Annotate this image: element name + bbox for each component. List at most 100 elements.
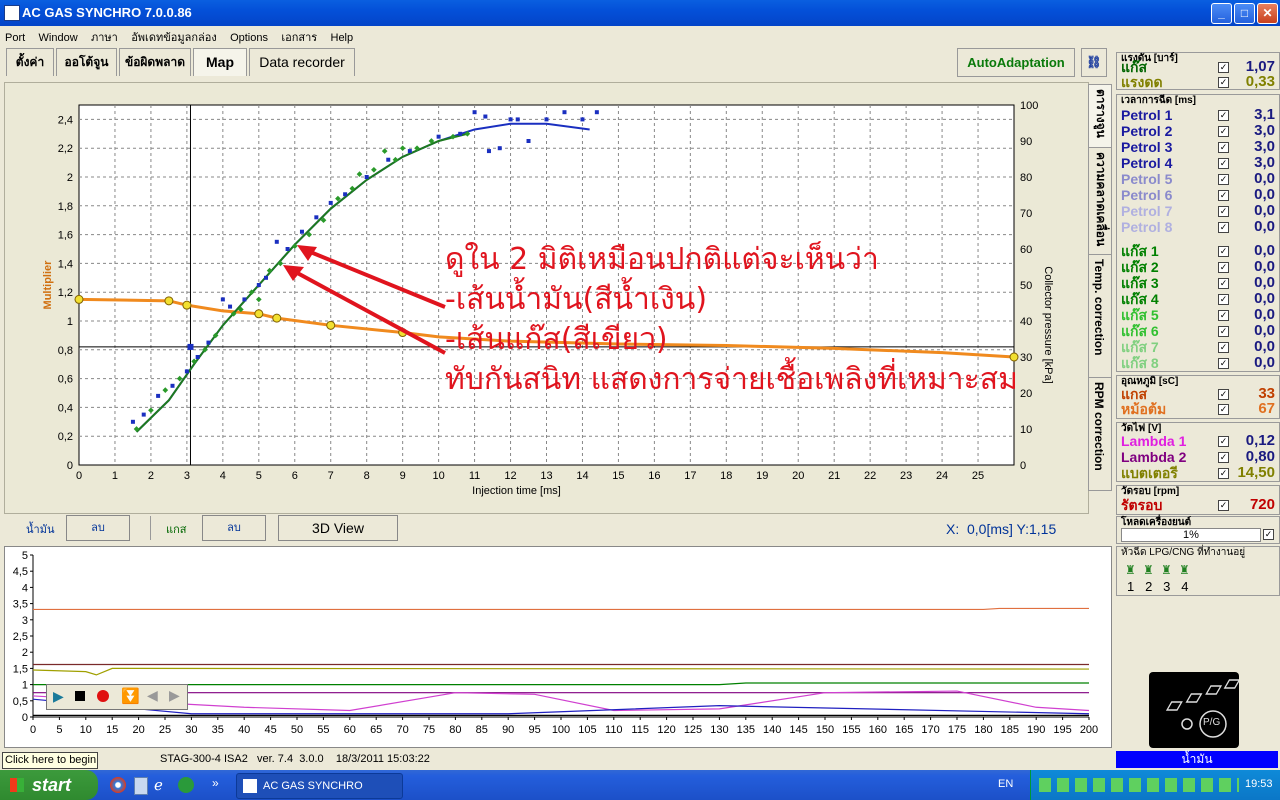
checkbox[interactable]: ✓ [1218,222,1229,233]
row-value: 0,80 [1245,448,1275,465]
checkbox[interactable]: ✓ [1218,294,1229,305]
row-label: แก๊ส 2 [1121,259,1159,275]
link-icon[interactable]: ⛓ [1081,48,1107,77]
checkbox[interactable]: ✓ [1218,206,1229,217]
row-value: 0,0 [1254,186,1275,203]
checkbox[interactable]: ✓ [1218,126,1229,137]
checkbox[interactable]: ✓ [1218,404,1229,415]
vtab-rpm-correction[interactable]: RPM correction [1088,377,1112,491]
menu-options[interactable]: Options [225,30,273,46]
menu-window[interactable]: Window [34,30,83,46]
3d-view-button[interactable]: 3D View [278,515,398,541]
osc-x-tick-label: 130 [710,724,728,736]
close-button[interactable]: ✕ [1257,3,1278,24]
row-label: แก๊ส 1 [1121,243,1159,259]
tab-map[interactable]: Map [193,48,247,76]
row-label: Petrol 5 [1121,171,1173,187]
menu-help[interactable]: Help [326,30,359,46]
osc-x-tick-label: 180 [974,724,992,736]
down-arrow-icon[interactable]: ⏬ [121,687,140,705]
y-tick-label: 2,2 [58,143,73,155]
row-value: 0,0 [1254,274,1275,291]
petrol-point [242,297,247,302]
forward-icon[interactable]: ▶ [169,687,180,704]
row-value: 720 [1249,496,1275,513]
multiplier-point [74,294,84,304]
checkbox[interactable]: ✓ [1218,246,1229,257]
checkbox[interactable]: ✓ [1218,77,1229,88]
y-tick-label: 0,6 [58,374,73,386]
tab-errors[interactable]: ข้อผิดพลาด [119,48,191,76]
injection-row: Petrol 5 ✓ 0,0 [1121,170,1277,188]
menu-port[interactable]: Port [0,30,30,46]
row-value: 0,0 [1254,218,1275,235]
checkbox[interactable]: ✓ [1263,529,1274,540]
menu-update[interactable]: อัพเดทข้อมูลกล่อง [126,26,222,48]
fuel-switch-panel[interactable]: P/G [1130,672,1241,748]
checkbox[interactable]: ✓ [1218,278,1229,289]
checkbox[interactable]: ✓ [1218,342,1229,353]
tray-icons[interactable] [1039,778,1239,792]
checkbox[interactable]: ✓ [1218,62,1229,73]
checkbox[interactable]: ✓ [1218,389,1229,400]
checkbox[interactable]: ✓ [1218,110,1229,121]
document-icon[interactable] [134,777,148,795]
chrome-icon[interactable] [110,777,126,793]
checkbox[interactable]: ✓ [1218,358,1229,369]
stop-icon[interactable] [75,691,85,701]
checkbox[interactable]: ✓ [1218,262,1229,273]
checkbox[interactable]: ✓ [1218,158,1229,169]
osc-y-tick-label: 2 [22,647,28,659]
checkbox[interactable]: ✓ [1218,190,1229,201]
vtab-temp-correction[interactable]: Temp. correction [1088,254,1112,378]
row-value: 0,0 [1254,170,1275,187]
menu-bar: Port Window ภาษา อัพเดทข้อมูลกล่อง Optio… [0,26,1280,45]
y2-tick-label: 70 [1020,208,1032,220]
osc-series [32,690,1090,712]
checkbox[interactable]: ✓ [1218,142,1229,153]
petrol-delete-button[interactable]: ลบ [66,515,130,541]
cursor-coords: X: 0,0[ms] Y:1,15 [946,521,1057,537]
checkbox[interactable]: ✓ [1218,452,1229,463]
row-label: แกส [1121,386,1148,402]
checkbox[interactable]: ✓ [1218,500,1229,511]
menu-language[interactable]: ภาษา [86,26,123,48]
map-chart[interactable]: 0 1 2 3 4 5 6 7 8 9 10 11 12 13 14 15 16 17 18 19 20 21 22 23 24… [5,83,1088,513]
injector-number: 3 [1163,579,1171,594]
vtab-error[interactable]: ความคลาดเคลื่อน [1088,147,1112,255]
language-indicator[interactable]: EN [998,778,1013,790]
gas-delete-button[interactable]: ลบ [202,515,266,541]
injection-title: เวลาการฉีด [ms] [1121,95,1197,106]
back-icon[interactable]: ◀ [147,687,158,704]
injection-row: แก๊ส 4 ✓ 0,0 [1121,291,1277,308]
checkbox[interactable]: ✓ [1218,436,1229,447]
play-icon[interactable]: ▶ [53,688,64,705]
web-icon[interactable] [178,777,194,793]
checkbox[interactable]: ✓ [1218,174,1229,185]
temp-row-reducer: หม้อต้ม ✓ 67 [1121,401,1277,418]
checkbox[interactable]: ✓ [1218,310,1229,321]
row-label: แรงดด [1121,74,1163,90]
checkbox[interactable]: ✓ [1218,326,1229,337]
checkbox[interactable]: ✓ [1218,468,1229,479]
vtab-tune-table[interactable]: ตารางจูน [1088,84,1112,148]
menu-documents[interactable]: เอกสาร [276,26,322,48]
row-label: Petrol 4 [1121,155,1173,171]
record-icon[interactable] [97,690,109,702]
osc-x-tick-label: 95 [528,724,540,736]
petrol-label: น้ำมัน [26,524,55,536]
autoadaptation-button[interactable]: AutoAdaptation [957,48,1075,77]
start-button[interactable]: start [0,770,98,800]
tab-settings[interactable]: ตั้งค่า [6,48,54,76]
maximize-button[interactable]: □ [1234,3,1255,24]
tab-data-recorder[interactable]: Data recorder [249,48,355,76]
tab-autotune[interactable]: ออโต้จูน [56,48,117,76]
minimize-button[interactable]: _ [1211,3,1232,24]
more-icon[interactable]: » [212,776,219,790]
x-tick-label: 16 [648,470,660,482]
ie-icon[interactable]: ℯ [154,776,163,794]
task-ac-gas-synchro[interactable]: AC GAS SYNCHRO [236,773,403,799]
multiplier-point [164,296,174,306]
osc-x-tick-label: 145 [789,724,807,736]
petrol-point [472,110,477,115]
